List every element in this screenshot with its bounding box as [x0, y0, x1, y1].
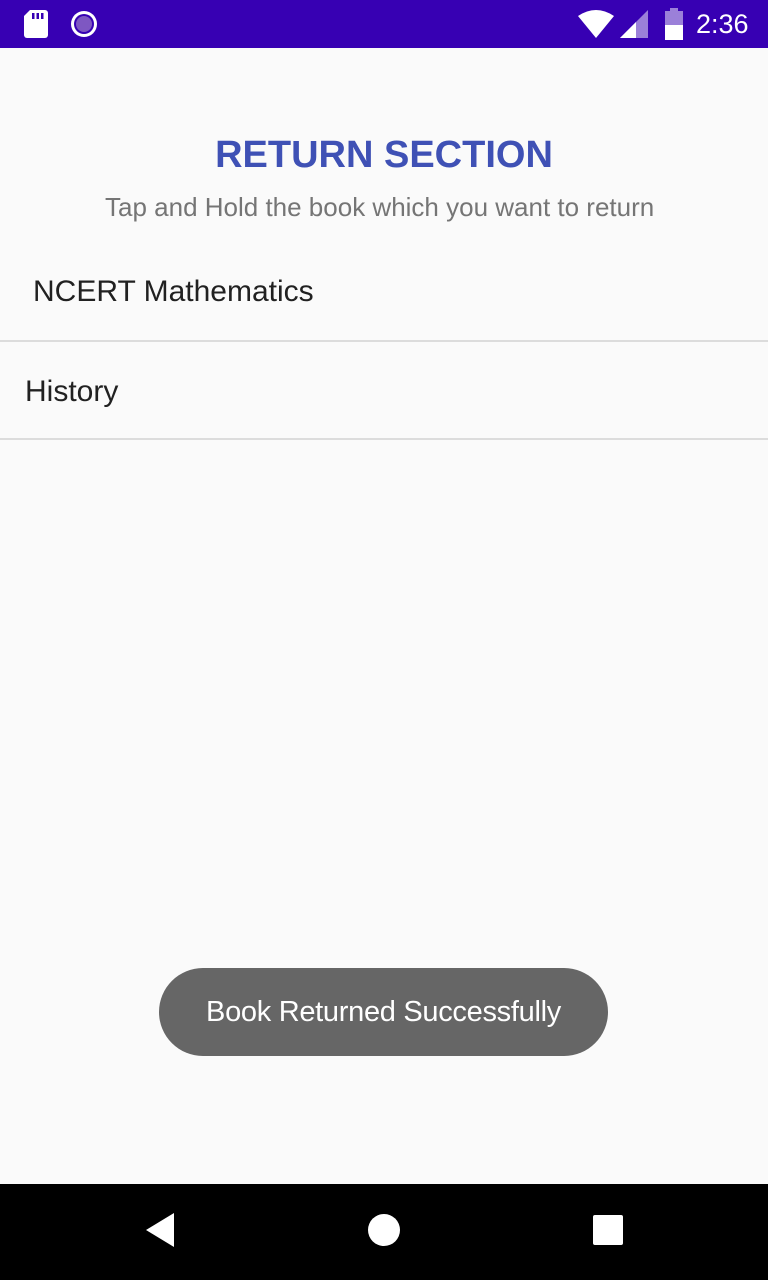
list-item[interactable]: History [0, 342, 768, 440]
book-title: History [25, 375, 119, 408]
record-icon [70, 10, 98, 43]
book-list: NCERT Mathematics History [0, 244, 768, 440]
home-button[interactable] [336, 1184, 432, 1280]
status-time: 2:36 [696, 9, 749, 39]
toast: Book Returned Successfully [159, 968, 608, 1056]
page-subtitle: Tap and Hold the book which you want to … [105, 192, 655, 222]
page-title: RETURN SECTION [215, 134, 553, 176]
toast-message: Book Returned Successfully [206, 995, 561, 1028]
battery-icon [664, 8, 684, 45]
back-icon [144, 1212, 176, 1252]
signal-icon [620, 10, 648, 43]
list-item[interactable]: NCERT Mathematics [0, 244, 768, 342]
home-icon [367, 1213, 401, 1252]
status-bar: 2:36 [0, 0, 768, 48]
wifi-icon [578, 10, 614, 43]
book-title: NCERT Mathematics [33, 275, 314, 308]
recents-button[interactable] [560, 1184, 656, 1280]
navigation-bar [0, 1184, 768, 1280]
recents-icon [593, 1214, 623, 1250]
back-button[interactable] [112, 1184, 208, 1280]
sd-card-icon [24, 10, 48, 43]
